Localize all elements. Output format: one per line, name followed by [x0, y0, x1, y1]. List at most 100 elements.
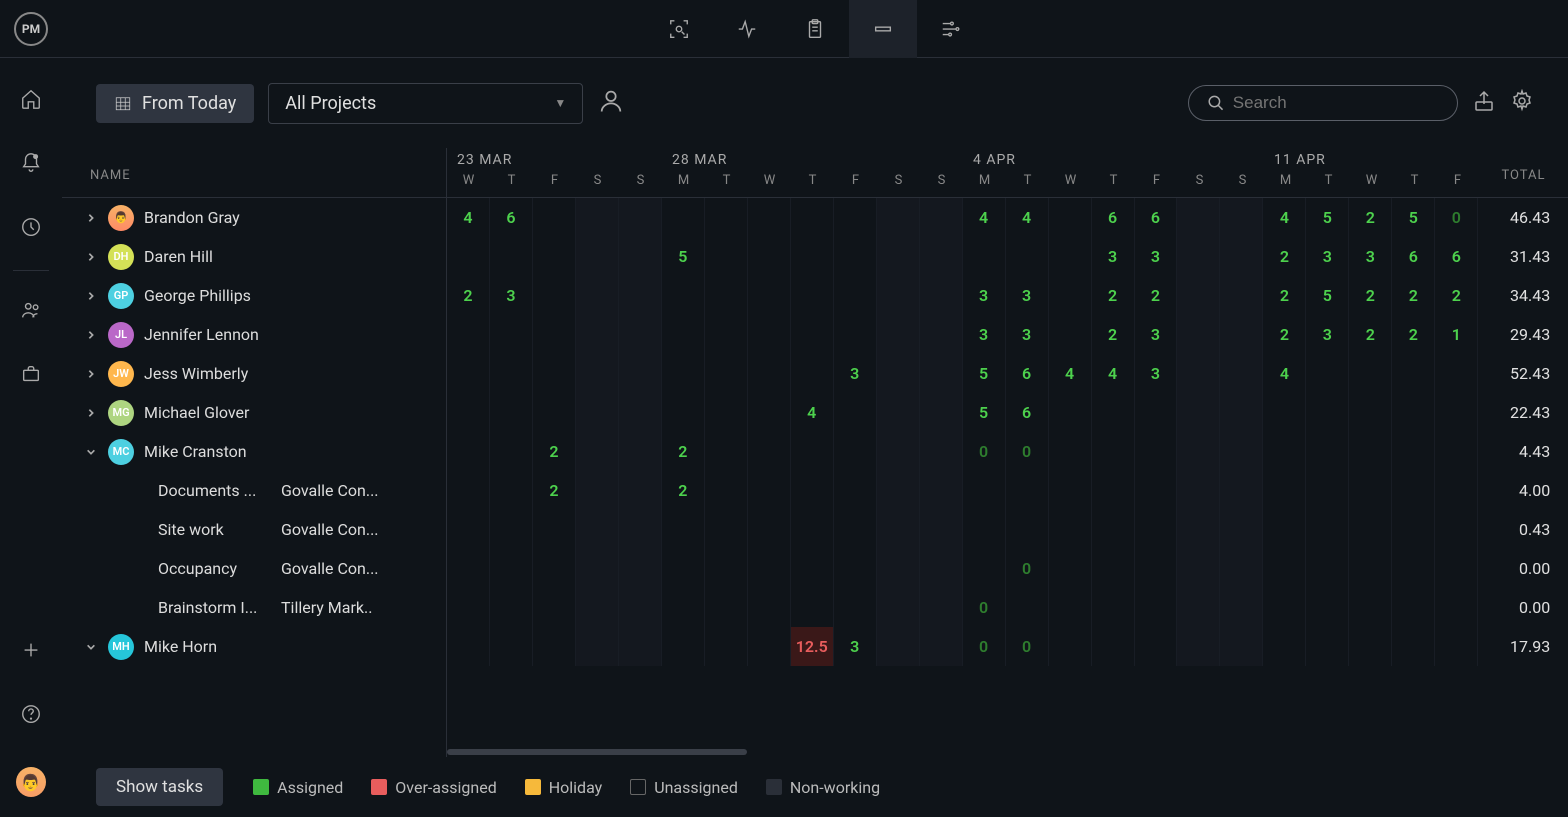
from-today-button[interactable]: From Today	[96, 84, 254, 123]
workload-cell[interactable]	[1135, 432, 1178, 471]
workload-cell[interactable]	[1177, 276, 1220, 315]
workload-cell[interactable]	[533, 549, 576, 588]
workload-cell[interactable]	[705, 354, 748, 393]
workload-cell[interactable]	[1092, 588, 1135, 627]
workload-cell[interactable]	[1263, 588, 1306, 627]
workload-cell[interactable]	[834, 198, 877, 237]
workload-cell[interactable]: 2	[662, 432, 705, 471]
workload-cell[interactable]	[920, 276, 963, 315]
workload-cell[interactable]: 5	[662, 237, 705, 276]
workload-cell[interactable]	[490, 315, 533, 354]
workload-cell[interactable]: 2	[1263, 237, 1306, 276]
workload-cell[interactable]: 6	[1006, 354, 1049, 393]
projects-select[interactable]: All Projects ▼	[268, 83, 583, 124]
workload-cell[interactable]	[877, 198, 920, 237]
workload-cell[interactable]	[1220, 510, 1263, 549]
workload-cell[interactable]	[447, 315, 490, 354]
workload-cell[interactable]: 3	[1135, 237, 1178, 276]
workload-cell[interactable]	[1049, 471, 1092, 510]
workload-cell[interactable]	[1306, 510, 1349, 549]
chevron-right-icon[interactable]	[84, 330, 98, 340]
workload-cell[interactable]: 4	[1049, 354, 1092, 393]
workload-cell[interactable]	[920, 354, 963, 393]
workload-cell[interactable]	[533, 237, 576, 276]
chevron-right-icon[interactable]	[84, 408, 98, 418]
workload-cell[interactable]	[1435, 471, 1478, 510]
workload-cell[interactable]	[1392, 510, 1435, 549]
workload-cell[interactable]	[1135, 471, 1178, 510]
chevron-right-icon[interactable]	[84, 252, 98, 262]
workload-cell[interactable]	[619, 393, 662, 432]
workload-cell[interactable]	[920, 315, 963, 354]
workload-cell[interactable]: 2	[1092, 315, 1135, 354]
workload-cell[interactable]: 5	[1392, 198, 1435, 237]
workload-cell[interactable]	[447, 588, 490, 627]
workload-cell[interactable]	[619, 198, 662, 237]
workload-cell[interactable]	[1349, 510, 1392, 549]
person-filter-icon[interactable]	[597, 87, 625, 119]
workload-cell[interactable]: 2	[1349, 198, 1392, 237]
workload-cell[interactable]	[1435, 393, 1478, 432]
workload-cell[interactable]	[705, 471, 748, 510]
workload-cell[interactable]	[748, 354, 791, 393]
workload-cell[interactable]	[748, 471, 791, 510]
workload-cell[interactable]	[1349, 432, 1392, 471]
workload-cell[interactable]	[1349, 588, 1392, 627]
chevron-right-icon[interactable]	[84, 369, 98, 379]
workload-cell[interactable]	[1049, 510, 1092, 549]
workload-cell[interactable]	[1392, 393, 1435, 432]
workload-cell[interactable]	[877, 627, 920, 666]
workload-cell[interactable]	[877, 276, 920, 315]
workload-cell[interactable]	[1177, 471, 1220, 510]
workload-cell[interactable]	[1220, 393, 1263, 432]
workload-cell[interactable]	[1220, 315, 1263, 354]
workload-cell[interactable]	[1220, 198, 1263, 237]
workload-cell[interactable]	[920, 549, 963, 588]
workload-cell[interactable]	[705, 588, 748, 627]
nav-activity-icon[interactable]	[713, 0, 781, 58]
workload-cell[interactable]	[447, 237, 490, 276]
workload-cell[interactable]	[490, 432, 533, 471]
workload-cell[interactable]	[877, 354, 920, 393]
workload-cell[interactable]	[1306, 549, 1349, 588]
workload-cell[interactable]: 12.5	[791, 627, 834, 666]
workload-cell[interactable]: 5	[1306, 198, 1349, 237]
workload-cell[interactable]	[1263, 627, 1306, 666]
workload-cell[interactable]	[533, 354, 576, 393]
workload-cell[interactable]: 3	[1135, 354, 1178, 393]
workload-cell[interactable]	[705, 276, 748, 315]
workload-cell[interactable]	[490, 588, 533, 627]
workload-cell[interactable]	[1177, 432, 1220, 471]
workload-cell[interactable]	[1263, 549, 1306, 588]
workload-cell[interactable]	[1049, 198, 1092, 237]
workload-cell[interactable]	[1306, 471, 1349, 510]
workload-cell[interactable]	[662, 354, 705, 393]
workload-cell[interactable]	[705, 627, 748, 666]
workload-cell[interactable]: 3	[1349, 237, 1392, 276]
workload-cell[interactable]	[1092, 549, 1135, 588]
person-row[interactable]: MCMike Cranston	[62, 432, 446, 471]
workload-cell[interactable]	[1006, 510, 1049, 549]
workload-cell[interactable]	[1435, 627, 1478, 666]
workload-cell[interactable]	[748, 432, 791, 471]
workload-cell[interactable]	[1306, 627, 1349, 666]
workload-cell[interactable]	[1220, 627, 1263, 666]
workload-cell[interactable]: 3	[963, 315, 1006, 354]
workload-cell[interactable]	[1263, 471, 1306, 510]
person-row[interactable]: 👨Brandon Gray	[62, 198, 446, 237]
workload-cell[interactable]	[791, 471, 834, 510]
workload-cell[interactable]	[791, 549, 834, 588]
workload-cell[interactable]: 2	[1092, 276, 1135, 315]
workload-cell[interactable]	[877, 588, 920, 627]
workload-cell[interactable]	[877, 471, 920, 510]
share-icon[interactable]	[1472, 89, 1496, 117]
workload-cell[interactable]	[963, 237, 1006, 276]
workload-cell[interactable]: 2	[1392, 276, 1435, 315]
workload-cell[interactable]	[748, 549, 791, 588]
workload-cell[interactable]	[447, 471, 490, 510]
workload-cell[interactable]	[705, 198, 748, 237]
workload-cell[interactable]	[619, 276, 662, 315]
workload-cell[interactable]	[1263, 432, 1306, 471]
workload-cell[interactable]	[1220, 471, 1263, 510]
workload-cell[interactable]	[662, 315, 705, 354]
